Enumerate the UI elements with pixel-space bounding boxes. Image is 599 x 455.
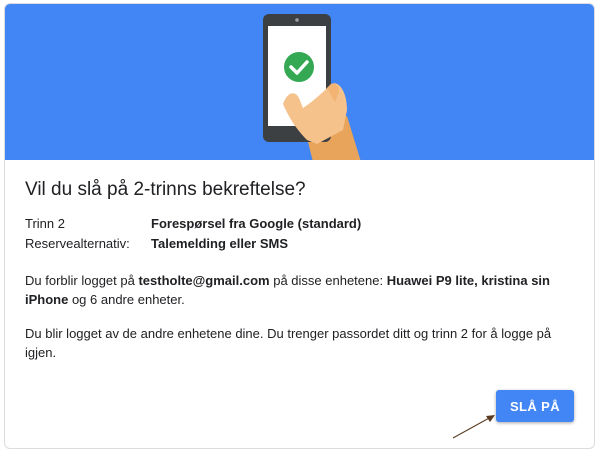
detail-label: Reservealternativ: bbox=[25, 236, 130, 251]
phone-illustration bbox=[263, 14, 361, 160]
signed-in-devices-text: Du forblir logget på testholte@gmail.com… bbox=[25, 273, 550, 307]
detail-label: Trinn 2 bbox=[25, 216, 65, 231]
detail-value: Forespørsel fra Google (standard) bbox=[151, 216, 362, 231]
turn-on-button[interactable]: SLÅ PÅ bbox=[496, 390, 574, 422]
header-banner bbox=[5, 4, 594, 160]
sign-out-notice: Du blir logget av de andre enhetene dine… bbox=[25, 326, 552, 360]
detail-value: Talemelding eller SMS bbox=[151, 236, 289, 251]
dialog-title: Vil du slå på 2-trinns bekreftelse? bbox=[25, 179, 306, 200]
account-email: testholte@gmail.com bbox=[138, 273, 270, 288]
annotation-arrow bbox=[452, 415, 495, 439]
dialog-card: Vil du slå på 2-trinns bekreftelse? Trin… bbox=[4, 3, 595, 449]
checkmark-icon bbox=[284, 52, 314, 82]
